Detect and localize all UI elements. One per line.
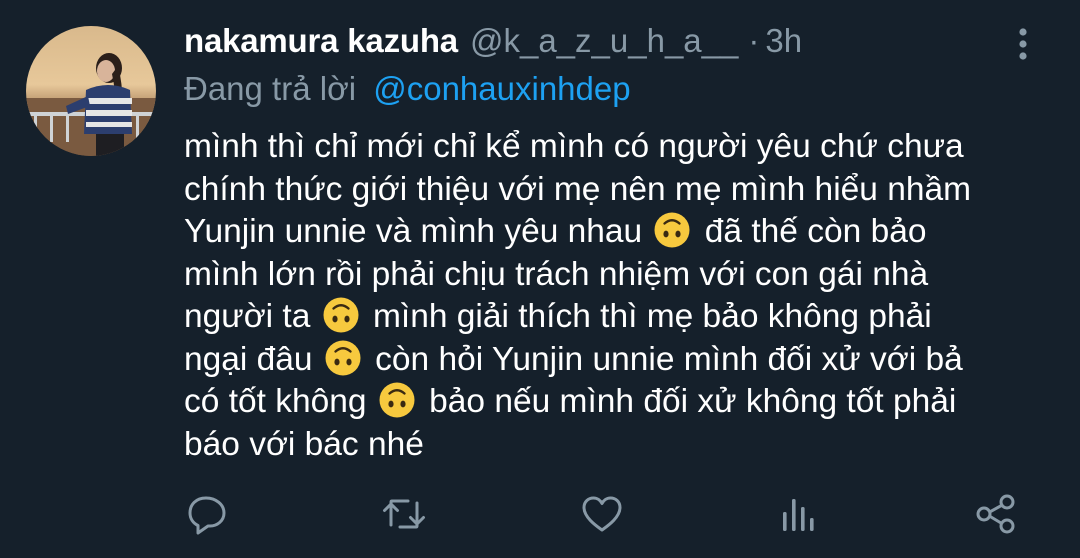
tweet-text-line: người ta mình giải thích thì mẹ bảo khôn…: [184, 296, 1054, 339]
tweet-text-segment: Yunjin unnie và mình yêu nhau: [184, 213, 643, 250]
tweet-text-segment: báo với bác nhé: [184, 425, 424, 463]
upside-down-face-emoji: [325, 340, 361, 375]
display-name[interactable]: nakamura kazuha: [184, 22, 458, 60]
share-icon[interactable]: [974, 492, 1018, 536]
tweet-text-segment: người ta: [184, 298, 311, 335]
tweet-text: mình thì chỉ mới chỉ kể mình có người yê…: [184, 126, 1054, 466]
tweet-text-line: mình thì chỉ mới chỉ kể mình có người yê…: [184, 126, 1054, 169]
tweet-text-segment: mình lớn rồi phải chịu trách nhiệm với c…: [184, 255, 929, 293]
tweet-text-segment: mình giải thích thì mẹ bảo không phải: [372, 298, 932, 335]
tweet-text-segment: mình thì chỉ mới chỉ kể mình có người yê…: [184, 128, 964, 165]
reply-prefix: Đang trả lời: [184, 70, 357, 107]
upside-down-face-emoji: [654, 212, 690, 248]
tweet-text-segment: còn hỏi Yunjin unnie mình đối xử với bả: [375, 340, 963, 378]
separator-dot: ·: [748, 22, 760, 59]
tweet-text-segment: chính thức giới thiệu với mẹ nên mẹ mình…: [184, 170, 972, 208]
tweet-text-line: ngại đâu còn hỏi Yunjin unnie mình đối x…: [184, 339, 1054, 382]
like-icon[interactable]: [580, 492, 624, 536]
analytics-icon[interactable]: [776, 492, 820, 536]
timestamp[interactable]: 3h: [765, 22, 802, 60]
reply-icon[interactable]: [186, 492, 230, 536]
profile-photo: [26, 26, 156, 156]
upside-down-face-emoji: [379, 382, 415, 418]
tweet-text-line: có tốt không bảo nếu mình đối xử không t…: [184, 381, 1054, 424]
tweet-text-line: mình lớn rồi phải chịu trách nhiệm với c…: [184, 254, 1054, 297]
upside-down-face-emoji: [323, 297, 359, 333]
tweet-text-segment: đã thế còn bảo: [704, 213, 927, 250]
reply-mention-link[interactable]: @conhauxinhdep: [373, 70, 630, 107]
tweet-text-line: báo với bác nhé: [184, 424, 1054, 467]
tweet[interactable]: nakamura kazuha @k_a_z_u_h_a__ · 3h Đang…: [0, 0, 1080, 558]
retweet-icon[interactable]: [382, 492, 426, 536]
tweet-text-line: chính thức giới thiệu với mẹ nên mẹ mình…: [184, 169, 1054, 212]
avatar[interactable]: [26, 26, 156, 156]
user-handle[interactable]: @k_a_z_u_h_a__: [470, 22, 738, 60]
tweet-header: nakamura kazuha @k_a_z_u_h_a__ · 3h: [184, 22, 802, 66]
reply-context: Đang trả lời @conhauxinhdep: [184, 70, 631, 108]
action-bar: [0, 486, 1080, 542]
tweet-text-segment: có tốt không: [184, 383, 367, 420]
tweet-text-segment: bảo nếu mình đối xử không tốt phải: [429, 383, 957, 420]
more-vertical-icon[interactable]: [1008, 26, 1038, 62]
tweet-text-segment: ngại đâu: [184, 340, 313, 378]
tweet-text-line: Yunjin unnie và mình yêu nhau đã thế còn…: [184, 211, 1054, 254]
